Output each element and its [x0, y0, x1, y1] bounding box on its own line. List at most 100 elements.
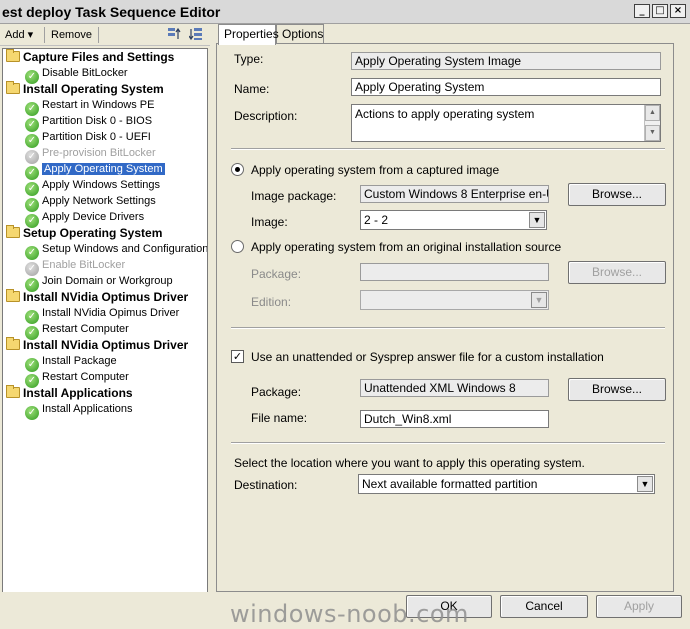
tree-step[interactable]: ✓ Restart in Windows PE — [25, 97, 155, 116]
tab-options[interactable]: Options — [276, 24, 324, 44]
dropdown-arrow-icon: ▾ — [27, 29, 34, 41]
remove-button[interactable]: Remove — [51, 27, 92, 43]
tree-group[interactable]: Install Operating System — [6, 81, 164, 97]
tree-group[interactable]: Capture Files and Settings — [6, 49, 174, 65]
tree-step[interactable]: ✓ Join Domain or Workgroup — [25, 273, 173, 292]
tree-step-label: Disable BitLocker — [42, 67, 128, 79]
original-source-label: Apply operating system from an original … — [251, 240, 562, 254]
tree-group[interactable]: Install NVidia Optimus Driver — [6, 289, 188, 305]
tree-step-label: Join Domain or Workgroup — [42, 275, 173, 287]
section-divider — [231, 442, 665, 444]
tree-group[interactable]: Install NVidia Optimus Driver — [6, 337, 188, 353]
name-input[interactable]: Apply Operating System — [351, 78, 661, 96]
window-controls: _ □ × — [634, 4, 686, 18]
tree-step-label: Pre-provision BitLocker — [42, 147, 156, 159]
watermark: windows-noob.com — [230, 600, 469, 628]
package-field — [360, 263, 549, 281]
tree-step-label: Apply Network Settings — [42, 195, 156, 207]
tree-step-label: Partition Disk 0 - BIOS — [42, 115, 153, 127]
tree-step[interactable]: ✓ Install Applications — [25, 401, 133, 420]
tree-group-label: Install Applications — [23, 386, 133, 400]
captured-image-radio[interactable] — [231, 163, 244, 176]
folder-icon — [6, 337, 20, 350]
tree-step[interactable]: ✓ Partition Disk 0 - BIOS — [25, 113, 153, 132]
unattended-package-field: Unattended XML Windows 8 — [360, 379, 549, 397]
toolbar-divider — [44, 27, 45, 43]
tab-properties[interactable]: Properties — [218, 24, 279, 45]
image-package-field: Custom Windows 8 Enterprise en-US — [360, 185, 549, 203]
tree-group[interactable]: Install Applications — [6, 385, 133, 401]
tree-step[interactable]: ✓ Setup Windows and Configuration — [25, 241, 207, 260]
tree-step-label: Restart Computer — [42, 371, 129, 383]
tree-step[interactable]: ✓ Apply Network Settings — [25, 193, 156, 212]
toolbar-divider — [98, 27, 99, 43]
window-title: est deploy Task Sequence Editor — [2, 4, 221, 20]
cancel-button[interactable]: Cancel — [500, 595, 588, 618]
scroll-down-icon[interactable]: ▼ — [645, 125, 660, 141]
tree-group-label: Capture Files and Settings — [23, 50, 175, 64]
tree-group-label: Install Operating System — [23, 82, 164, 96]
tree-group[interactable]: Setup Operating System — [6, 225, 162, 241]
edition-select[interactable]: ▼ — [360, 290, 549, 310]
tree-step-label: Apply Windows Settings — [42, 179, 160, 191]
tree-group-label: Setup Operating System — [23, 226, 163, 240]
section-divider — [231, 148, 665, 150]
destination-select-value: Next available formatted partition — [362, 477, 538, 491]
tree-step-label: Partition Disk 0 - UEFI — [42, 131, 151, 143]
task-sequence-pane: Add ▾ Remove Capture Files and Settings ✓… — [0, 24, 210, 612]
move-down-icon[interactable] — [188, 27, 204, 43]
move-up-icon[interactable] — [166, 27, 182, 43]
package-browse-button[interactable]: Browse... — [568, 261, 666, 284]
minimize-button[interactable]: _ — [634, 4, 650, 18]
name-label: Name: — [234, 82, 270, 96]
task-sequence-tree[interactable]: Capture Files and Settings ✓ Disable BitLo… — [2, 48, 208, 596]
section-divider — [231, 327, 665, 329]
tree-step[interactable]: ✓ Apply Device Drivers — [25, 209, 145, 228]
tree-step[interactable]: ✓ Pre-provision BitLocker — [25, 145, 156, 164]
tree-step[interactable]: ✓ Apply Windows Settings — [25, 177, 160, 196]
folder-icon — [6, 289, 20, 302]
maximize-button[interactable]: □ — [652, 4, 668, 18]
image-package-browse-button[interactable]: Browse... — [568, 183, 666, 206]
original-source-radio[interactable] — [231, 240, 244, 253]
description-textarea[interactable]: Actions to apply operating system ▲ ▼ — [351, 104, 661, 142]
description-label: Description: — [234, 109, 298, 123]
tree-step-label: Restart in Windows PE — [42, 99, 155, 111]
destination-select[interactable]: Next available formatted partition ▼ — [358, 474, 655, 494]
image-select[interactable]: 2 - 2 ▼ — [360, 210, 547, 230]
tree-step[interactable]: ✓ Install NVidia Opimus Driver — [25, 305, 179, 324]
location-instruction: Select the location where you want to ap… — [234, 456, 585, 470]
description-scrollbar[interactable]: ▲ ▼ — [644, 105, 660, 141]
close-button[interactable]: × — [670, 4, 686, 18]
tree-step[interactable]: ✓ Partition Disk 0 - UEFI — [25, 129, 151, 148]
tree-step[interactable]: ✓ Enable BitLocker — [25, 257, 125, 276]
dropdown-arrow-icon[interactable]: ▼ — [531, 292, 547, 308]
tree-step[interactable]: ✓ Restart Computer — [25, 369, 129, 388]
tree-step-label: Install Applications — [42, 403, 133, 415]
file-name-input[interactable]: Dutch_Win8.xml — [360, 410, 549, 428]
apply-button[interactable]: Apply — [596, 595, 682, 618]
tree-step-label: Apply Device Drivers — [42, 211, 145, 223]
captured-image-label: Apply operating system from a captured i… — [251, 163, 500, 177]
add-button[interactable]: Add ▾ — [5, 27, 33, 43]
unattended-label: Use an unattended or Sysprep answer file… — [251, 350, 604, 364]
unattended-browse-button[interactable]: Browse... — [568, 378, 666, 401]
tree-step-label: Apply Operating System — [41, 162, 166, 176]
unattended-checkbox[interactable]: ✓ — [231, 350, 244, 363]
image-select-value: 2 - 2 — [364, 213, 389, 227]
unattended-package-label: Package: — [251, 385, 302, 399]
tree-toolbar: Add ▾ Remove — [0, 24, 210, 46]
dropdown-arrow-icon[interactable]: ▼ — [529, 212, 545, 228]
dropdown-arrow-icon[interactable]: ▼ — [637, 476, 653, 492]
image-package-label: Image package: — [251, 189, 337, 203]
type-field: Apply Operating System Image — [351, 52, 661, 70]
file-name-label: File name: — [251, 411, 308, 425]
tree-step[interactable]: ✓ Install Package — [25, 353, 117, 372]
tree-step-label: Install Package — [42, 355, 117, 367]
tree-step[interactable]: ✓ Disable BitLocker — [25, 65, 128, 84]
tree-step[interactable]: ✓ Restart Computer — [25, 321, 129, 340]
tree-step[interactable]: ✓ Apply Operating System — [25, 161, 166, 180]
title-bar[interactable]: est deploy Task Sequence Editor _ □ × — [0, 0, 690, 24]
scroll-up-icon[interactable]: ▲ — [645, 105, 660, 121]
folder-icon — [6, 225, 20, 238]
